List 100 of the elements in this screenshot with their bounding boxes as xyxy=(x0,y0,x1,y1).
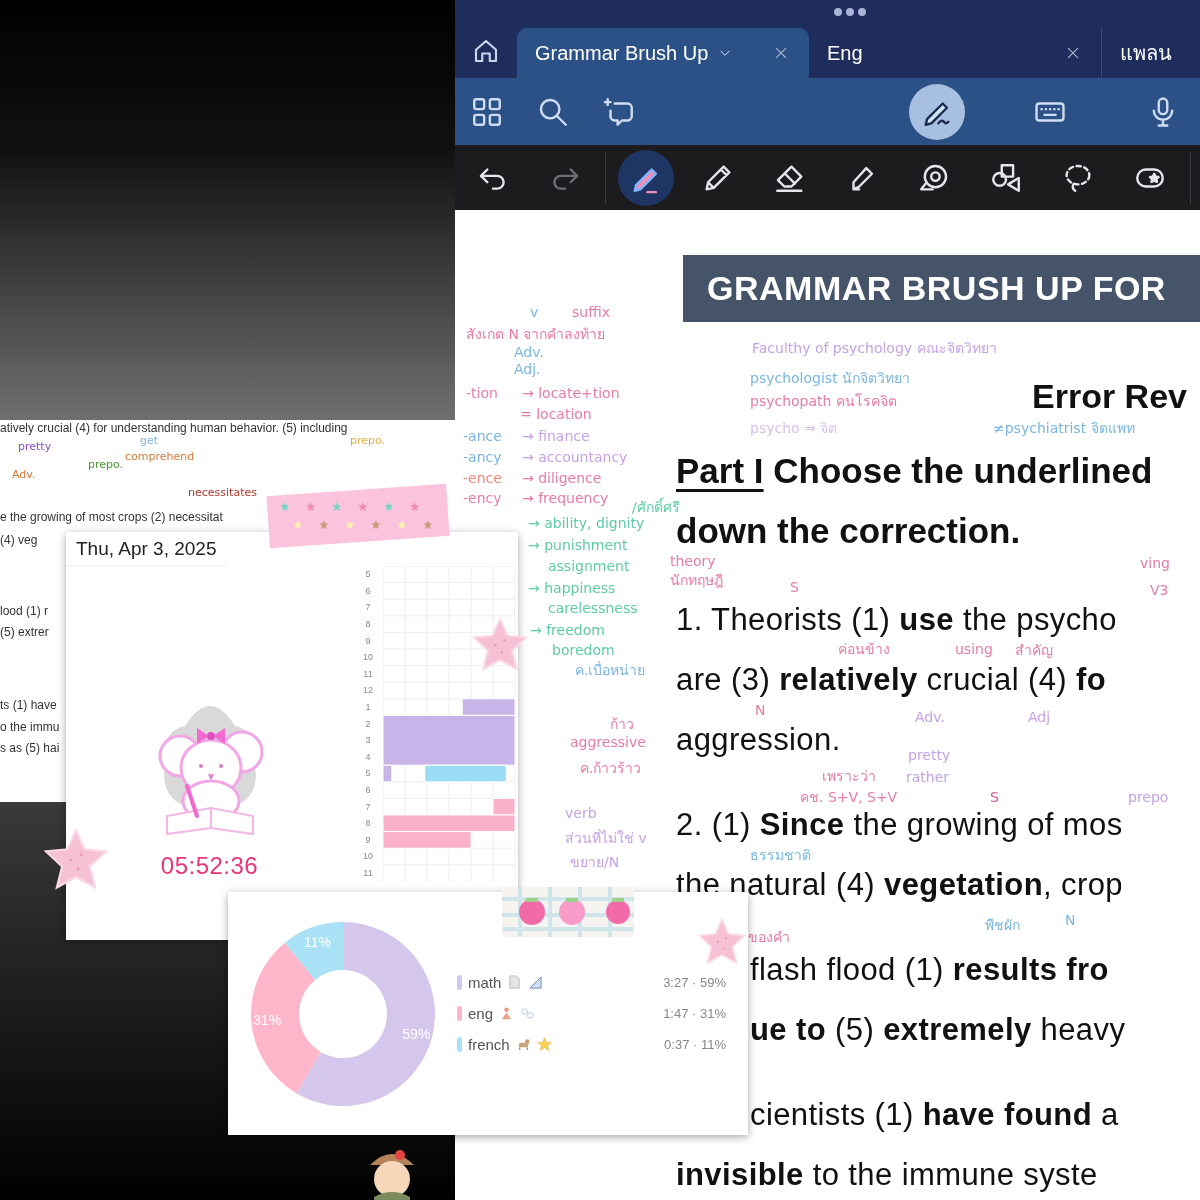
handwritten-note: Adv. xyxy=(915,708,945,726)
hour-label: 3 xyxy=(364,734,372,748)
handwritten-note: ก้าว xyxy=(610,715,634,733)
handwritten-note: → finance xyxy=(522,427,590,445)
handwritten-note: psychopath คนโรคจิต xyxy=(750,392,897,410)
hour-label: 2 xyxy=(364,717,372,731)
handwritten-note: rather xyxy=(906,768,950,786)
handwritten-note: psycho ⇒ จิต xyxy=(750,419,838,437)
handwritten-note: aggressive xyxy=(570,733,646,751)
handwritten-note: → happiness xyxy=(528,579,616,597)
slice-label: 31% xyxy=(253,1011,282,1028)
document-text: lood (1) r xyxy=(0,603,49,619)
handwritten-note: ค่อนข้าง xyxy=(838,640,890,658)
hour-label: 8 xyxy=(364,817,372,831)
handwritten-note: carelessness xyxy=(548,599,638,617)
handwritten-note: S xyxy=(790,578,799,596)
handwritten-note: assignment xyxy=(548,557,630,575)
question-line: flash flood (1) results fro xyxy=(750,952,1109,988)
handwritten-note: พืชผัก xyxy=(985,916,1020,934)
slice-label: 11% xyxy=(304,933,331,950)
time-share-label: 0:37 · 11% xyxy=(664,1037,726,1052)
question-line: aggression. xyxy=(676,722,841,758)
handwritten-note: สังเกต N จากคำลงท้าย xyxy=(466,325,606,343)
hour-label: 9 xyxy=(364,634,372,648)
handwritten-note: Adj xyxy=(1028,708,1051,726)
handwritten-note: pretty xyxy=(908,746,951,764)
handwritten-note: ค.ก้าวร้าว xyxy=(580,759,642,777)
hour-label: 6 xyxy=(364,784,372,797)
star-sticker-drawing xyxy=(44,828,108,892)
hour-label: 10 xyxy=(362,651,374,665)
hour-label: 4 xyxy=(364,750,372,764)
handwritten-note: นักทฤษฎี xyxy=(670,571,723,589)
more-icon[interactable] xyxy=(832,7,867,17)
handwritten-note: V3 xyxy=(1150,581,1169,599)
handwritten-note: N xyxy=(755,701,766,719)
hour-label: 5 xyxy=(364,568,372,582)
section-title: Error Rev xyxy=(1032,377,1187,416)
handwritten-note: → punishment xyxy=(528,536,628,554)
handwritten-note: สำคัญ xyxy=(1015,641,1053,659)
handwritten-note: ≠psychiatrist จิตแพท xyxy=(993,419,1135,437)
hour-label: 9 xyxy=(364,833,372,847)
handwritten-note: ค.เบื่อหน่าย xyxy=(575,661,646,679)
handwritten-note: -ence xyxy=(463,469,502,487)
handwritten-note: Faculthy of psychology คณะจิตวิทยา xyxy=(752,339,997,357)
handwritten-note: -ance xyxy=(463,427,502,445)
title-banner: GRAMMAR BRUSH UP FOR xyxy=(683,255,1200,322)
document-text: atively crucial (4) for understanding human behavior. (5) including xyxy=(0,420,348,436)
star-icon xyxy=(536,1037,552,1052)
question-line: 2. (1) Since the growing of mos xyxy=(676,807,1123,843)
time-share-label: 3:27 · 59% xyxy=(663,975,726,990)
handwritten-note: = location xyxy=(520,405,592,423)
timer-readout: 05:52:36 xyxy=(160,852,259,880)
document-text: ts (1) have xyxy=(0,697,57,713)
hour-label: 5 xyxy=(364,767,372,781)
handwritten-note: prepo. xyxy=(350,434,386,447)
handwritten-note: get xyxy=(140,434,159,447)
hour-label: 8 xyxy=(364,618,372,632)
document-text: s as (5) hai xyxy=(0,740,60,756)
question-line: cientists (1) have found a xyxy=(750,1097,1119,1133)
symbol-icon xyxy=(520,1006,536,1021)
document-text: (5) extrer xyxy=(0,624,49,640)
handwritten-note: ของคำ xyxy=(748,928,790,946)
star-sticker-drawing xyxy=(472,617,528,673)
handwritten-note: คช. S+V, S+V xyxy=(800,788,898,806)
handwritten-note: using xyxy=(955,640,993,658)
handwritten-note: comprehend xyxy=(125,450,195,463)
handwritten-note: ธรรมชาติ xyxy=(750,846,811,864)
handwritten-note: prepo. xyxy=(88,458,124,471)
hour-label: 11 xyxy=(362,867,374,880)
handwritten-note: -ancy xyxy=(463,448,502,466)
question-line: 1. Theorists (1) use the psycho xyxy=(676,602,1117,638)
handwritten-note: prepo xyxy=(1128,788,1169,806)
handwritten-note: psychologist นักจิตวิทยา xyxy=(750,369,911,387)
close-icon xyxy=(1065,45,1081,61)
handwritten-note: N xyxy=(1065,911,1076,929)
question-line: invisible to the immune syste xyxy=(676,1157,1098,1193)
handwritten-note: v xyxy=(530,303,539,321)
handwritten-note: boredom xyxy=(552,641,615,659)
hour-label: 7 xyxy=(364,800,372,814)
handwritten-note: → freedom xyxy=(530,621,605,639)
tab[interactable]: Eng xyxy=(809,28,1101,78)
handwritten-note: Adv. xyxy=(12,468,36,481)
handwritten-note: necessitates xyxy=(188,486,257,499)
tab[interactable]: Grammar Brush Up xyxy=(517,28,809,78)
heading-line: Part I Choose the underlined xyxy=(676,450,1153,492)
handwritten-note: → accountancy xyxy=(522,448,628,466)
hour-label: 10 xyxy=(362,850,374,864)
question-line: ue to (5) extremely heavy xyxy=(750,1012,1126,1048)
document-text: e the growing of most crops (2) necessitat xyxy=(0,509,223,525)
time-share-label: 1:47 · 31% xyxy=(663,1006,726,1021)
handwritten-note: เพราะว่า xyxy=(822,767,876,785)
legend-label: french xyxy=(468,1036,510,1053)
legend-label: math xyxy=(468,974,502,991)
hour-label: 12 xyxy=(362,684,374,698)
handwritten-note: → diligence xyxy=(522,469,602,487)
document-text: o the immu xyxy=(0,719,60,735)
document-text: (4) veg xyxy=(0,532,38,548)
hour-label: 1 xyxy=(364,701,372,715)
document-icon xyxy=(507,975,523,990)
handwritten-note: suffix xyxy=(572,303,610,321)
